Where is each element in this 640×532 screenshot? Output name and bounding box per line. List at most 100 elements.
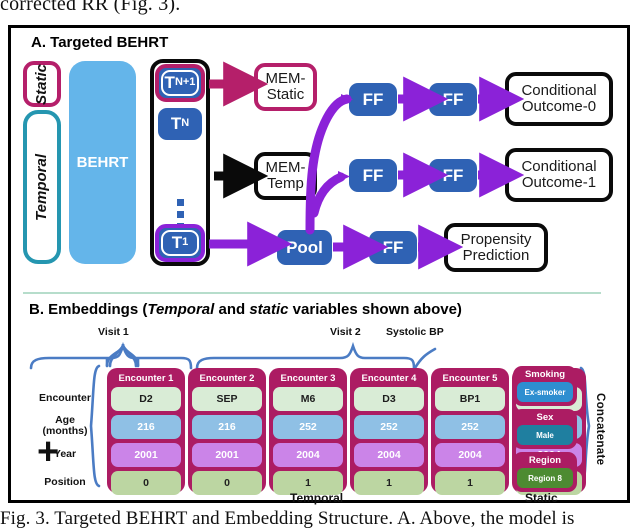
output-conditional-0: Conditional Outcome-0 xyxy=(505,72,613,126)
behrt-encoder-block: BEHRT xyxy=(69,61,136,264)
static-column-region[interactable]: Region Region 8 xyxy=(513,452,577,492)
static-column-smoking[interactable]: Smoking Ex-smoker xyxy=(513,366,577,406)
output-2-line2: Prediction xyxy=(462,246,530,264)
token-tn1-label: T xyxy=(164,73,175,93)
concatenate-label: Concatenate xyxy=(594,393,606,466)
input-static-label: Static xyxy=(33,63,51,105)
pointer-label-systolic-bp: Systolic BP xyxy=(386,326,444,338)
token-t1-highlight: T1 xyxy=(155,224,205,262)
bottom-label-temporal: Temporal xyxy=(290,491,344,505)
figure-container: A. Targeted BEHRT Static Temporal BEHRT … xyxy=(8,25,630,505)
token-tn1-sub: N+1 xyxy=(174,76,196,89)
encounter-column[interactable]: Encounter 3 M6 252 2004 1 xyxy=(269,368,347,495)
mem-static-line1: MEM- xyxy=(265,70,306,88)
encounter-column[interactable]: Encounter 5 BP1 252 2004 1 xyxy=(431,368,509,495)
cell-year: 2004 xyxy=(273,443,343,467)
input-temporal-box: Temporal xyxy=(23,110,61,264)
cell-encounter: D2 xyxy=(111,387,181,411)
static-value: Male xyxy=(517,425,573,445)
cell-age: 216 xyxy=(192,415,262,439)
panel-a-title: A. Targeted BEHRT xyxy=(31,34,169,51)
mem-temp-line2: Temp xyxy=(267,175,304,192)
column-header: Encounter 2 xyxy=(199,372,255,384)
ff-block-3: FF xyxy=(349,159,397,192)
brace-label-visit-2: Visit 2 xyxy=(330,326,361,338)
static-header: Region xyxy=(528,455,562,466)
column-header: Encounter 5 xyxy=(442,372,498,384)
cell-year: 2001 xyxy=(111,443,181,467)
ff-block-2: FF xyxy=(429,83,477,116)
panel-b-title: B. Embeddings (Temporal and static varia… xyxy=(29,301,462,318)
cell-year: 2001 xyxy=(192,443,262,467)
row-label-encounter: Encounter xyxy=(39,392,91,404)
static-header: Sex xyxy=(536,412,554,423)
bottom-label-static: Static xyxy=(525,491,558,505)
cell-age: 252 xyxy=(354,415,424,439)
panel-b-title-italic1: Temporal xyxy=(147,301,215,318)
output-0-line1: Conditional xyxy=(521,82,597,100)
cell-encounter: M6 xyxy=(273,387,343,411)
column-header: Encounter 3 xyxy=(280,372,336,384)
brace-label-visit-1: Visit 1 xyxy=(98,326,129,338)
cell-encounter: SEP xyxy=(192,387,262,411)
output-1-line1: Conditional xyxy=(521,158,597,176)
row-label-position: Position xyxy=(44,476,86,488)
ellipsis-dot xyxy=(176,211,184,218)
panel-divider xyxy=(23,292,601,294)
pool-label: Pool xyxy=(286,237,323,257)
output-1-line2: Outcome-1 xyxy=(521,174,597,191)
ff-label: FF xyxy=(362,165,384,185)
ff-block-4: FF xyxy=(429,159,477,192)
panel-b-title-italic2: static xyxy=(249,301,289,318)
mem-static-box: MEM- Static xyxy=(254,63,317,111)
column-header: Encounter 1 xyxy=(118,372,174,384)
panel-b-title-mid: and xyxy=(214,301,250,318)
cell-age: 252 xyxy=(273,415,343,439)
output-2-line1: Propensity xyxy=(460,230,532,248)
panel-b-title-pre: B. Embeddings ( xyxy=(29,301,148,318)
token-t1-label: T xyxy=(171,233,183,253)
mem-temp-line1: MEM- xyxy=(265,159,306,177)
static-column-sex[interactable]: Sex Male xyxy=(513,409,577,449)
token-tn-label: T xyxy=(170,114,182,134)
ff-block-1: FF xyxy=(349,83,397,116)
static-header: Smoking xyxy=(524,369,566,380)
row-label-age-line2: (months) xyxy=(42,425,88,438)
mem-temp-box: MEM- Temp xyxy=(254,152,317,200)
token-t1-box: T1 xyxy=(161,230,199,256)
cell-year: 2004 xyxy=(354,443,424,467)
ff-label: FF xyxy=(442,89,464,109)
static-value: Ex-smoker xyxy=(517,382,573,402)
input-temporal-label: Temporal xyxy=(33,153,51,221)
token-tn1-box: T N+1 xyxy=(161,70,199,96)
output-0-line2: Outcome-0 xyxy=(521,98,597,115)
input-static-box: Static xyxy=(23,61,61,107)
output-conditional-1: Conditional Outcome-1 xyxy=(505,148,613,202)
encounter-column[interactable]: Encounter 1 D2 216 2001 0 xyxy=(107,368,185,495)
cell-encounter: BP1 xyxy=(435,387,505,411)
cell-position: 0 xyxy=(111,471,181,495)
encounter-column[interactable]: Encounter 4 D3 252 2004 1 xyxy=(350,368,428,495)
ff-label: FF xyxy=(442,165,464,185)
token-tn-sub: N xyxy=(181,117,190,130)
static-value: Region 8 xyxy=(517,468,573,488)
ff-block-5: FF xyxy=(369,231,417,264)
row-label-age: Age (months) xyxy=(31,414,99,438)
token-t1-sub: 1 xyxy=(182,236,189,249)
cell-year: 2004 xyxy=(435,443,505,467)
row-label-year: Year xyxy=(53,448,77,460)
encounter-column[interactable]: Encounter 2 SEP 216 2001 0 xyxy=(188,368,266,495)
cell-age: 252 xyxy=(435,415,505,439)
pool-block: Pool xyxy=(277,230,332,265)
cell-age: 216 xyxy=(111,415,181,439)
token-tn1-highlight: T N+1 xyxy=(155,64,205,102)
cell-position: 0 xyxy=(192,471,262,495)
output-propensity: Propensity Prediction xyxy=(444,223,548,272)
cell-encounter: D3 xyxy=(354,387,424,411)
ellipsis-dot xyxy=(176,199,184,206)
figure-caption-cut: Fig. 3. Targeted BEHRT and Embedding Str… xyxy=(0,508,575,529)
column-header: Encounter 4 xyxy=(361,372,417,384)
ff-label: FF xyxy=(382,237,404,257)
panel-b-title-post: variables shown above) xyxy=(288,301,462,318)
cell-position: 1 xyxy=(435,471,505,495)
